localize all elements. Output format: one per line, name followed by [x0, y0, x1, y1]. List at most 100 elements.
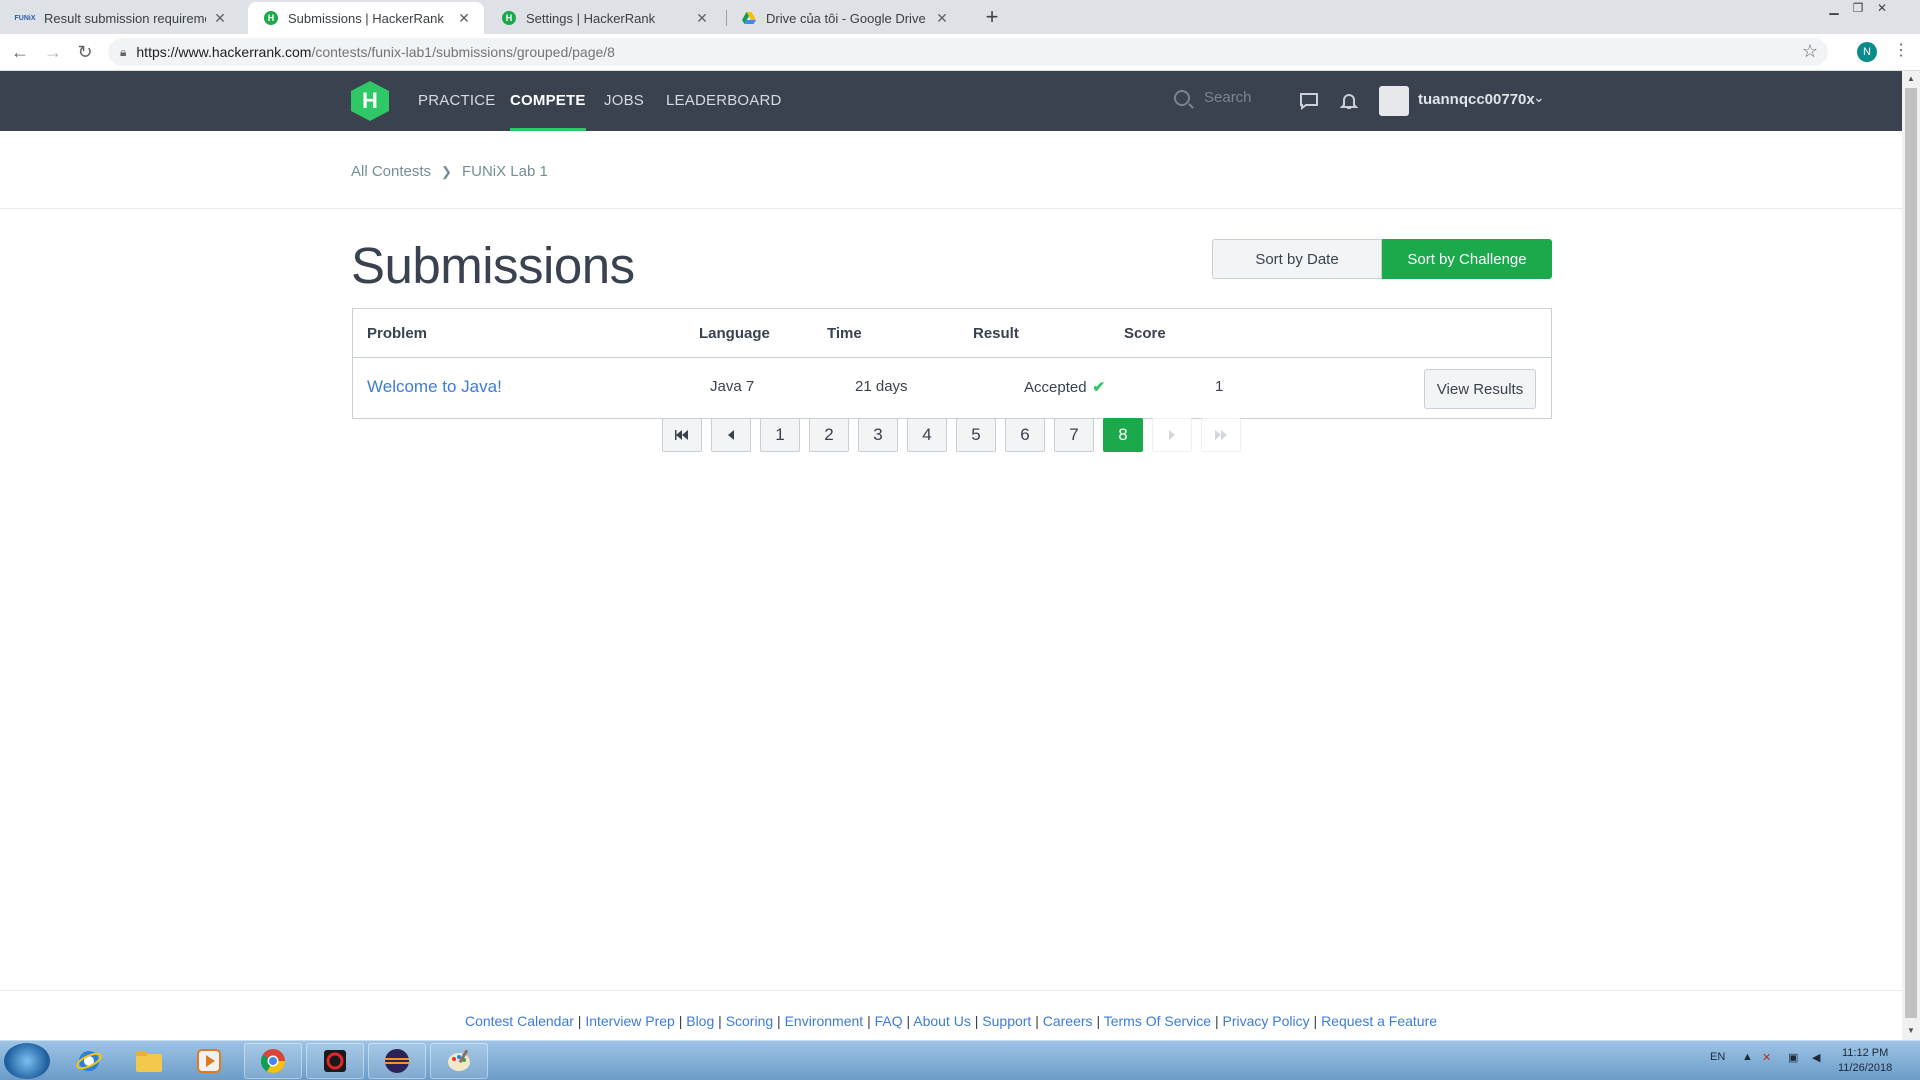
footer-link-blog[interactable]: Blog — [686, 1013, 714, 1029]
result-cell: Accepted ✔ — [1024, 378, 1105, 396]
bookmark-star-icon[interactable]: ☆ — [1802, 41, 1818, 62]
scrollbar-thumb[interactable] — [1905, 88, 1917, 1018]
footer-separator: | — [1313, 1013, 1318, 1029]
header-language: Language — [699, 325, 770, 342]
nav-leaderboard[interactable]: LEADERBOARD — [666, 71, 782, 131]
new-tab-button[interactable]: + — [978, 4, 1006, 30]
search-placeholder: Search — [1204, 89, 1252, 106]
close-icon[interactable]: ✕ — [934, 10, 950, 27]
system-clock[interactable]: 11:12 PM 11/26/2018 — [1838, 1046, 1892, 1076]
footer-link-privacy[interactable]: Privacy Policy — [1223, 1013, 1310, 1029]
start-button[interactable] — [4, 1043, 50, 1079]
nav-jobs[interactable]: JOBS — [604, 71, 644, 131]
time-cell: 21 days — [855, 378, 908, 395]
page-1-button[interactable]: 1 — [760, 418, 800, 452]
footer-link-interview-prep[interactable]: Interview Prep — [585, 1013, 674, 1029]
page-5-button[interactable]: 5 — [956, 418, 996, 452]
sort-by-date-button[interactable]: Sort by Date — [1212, 239, 1382, 279]
tab-submissions[interactable]: H Submissions | HackerRank ✕ — [248, 2, 484, 34]
back-arrow-icon[interactable]: ← — [8, 41, 32, 65]
page-2-button[interactable]: 2 — [809, 418, 849, 452]
tab-result-submission[interactable]: FUNiX Result submission requirement | ✕ — [0, 2, 240, 34]
footer-link-environment[interactable]: Environment — [785, 1013, 864, 1029]
page-6-button[interactable]: 6 — [1005, 418, 1045, 452]
last-page-icon[interactable] — [1201, 418, 1241, 452]
network-icon[interactable]: ▣ — [1788, 1051, 1798, 1064]
next-page-icon[interactable] — [1152, 418, 1192, 452]
hackerrank-favicon-icon: H — [502, 11, 516, 25]
pagination: 1 2 3 4 5 6 7 8 — [662, 418, 1250, 452]
tab-title: Result submission requirement | — [44, 10, 206, 26]
result-text: Accepted — [1024, 379, 1087, 396]
profile-avatar[interactable]: N — [1857, 42, 1877, 62]
hackerrank-logo[interactable]: H — [351, 81, 389, 121]
input-language[interactable]: EN — [1710, 1051, 1725, 1063]
user-avatar[interactable] — [1379, 86, 1409, 116]
previous-page-icon[interactable] — [711, 418, 751, 452]
page-7-button[interactable]: 7 — [1054, 418, 1094, 452]
messages-icon[interactable] — [1299, 91, 1319, 111]
paint-icon[interactable] — [430, 1043, 488, 1079]
footer-link-faq[interactable]: FAQ — [875, 1013, 903, 1029]
page-3-button[interactable]: 3 — [858, 418, 898, 452]
first-page-icon[interactable] — [662, 418, 702, 452]
nav-practice[interactable]: PRACTICE — [418, 71, 495, 131]
internet-explorer-icon[interactable] — [60, 1043, 118, 1079]
tab-title: Drive của tôi - Google Drive — [766, 10, 926, 26]
forward-arrow-icon[interactable]: → — [41, 41, 65, 65]
footer-separator: | — [1096, 1013, 1101, 1029]
volume-icon[interactable]: ◀ — [1812, 1051, 1820, 1064]
tab-settings[interactable]: H Settings | HackerRank ✕ — [486, 2, 722, 34]
site-navbar: H PRACTICE COMPETE JOBS LEADERBOARD Sear… — [0, 71, 1902, 131]
footer-separator: | — [678, 1013, 683, 1029]
file-explorer-icon[interactable] — [120, 1043, 178, 1079]
scroll-up-icon[interactable]: ▲ — [1905, 74, 1917, 83]
page-title: Submissions — [351, 237, 635, 294]
chrome-icon[interactable] — [244, 1043, 302, 1079]
page-8-button[interactable]: 8 — [1103, 418, 1143, 452]
footer-links: Contest Calendar | Interview Prep | Blog… — [0, 1013, 1902, 1029]
footer-link-request-feature[interactable]: Request a Feature — [1321, 1013, 1437, 1029]
sort-by-challenge-button[interactable]: Sort by Challenge — [1382, 239, 1552, 279]
browser-menu-icon[interactable]: ⋮ — [1893, 40, 1909, 60]
view-results-button[interactable]: View Results — [1424, 369, 1536, 409]
footer-link-contest-calendar[interactable]: Contest Calendar — [465, 1013, 574, 1029]
search-icon — [1174, 89, 1190, 106]
eclipse-icon[interactable] — [368, 1043, 426, 1079]
footer-separator: | — [1035, 1013, 1039, 1029]
garena-icon[interactable] — [306, 1043, 364, 1079]
page-4-button[interactable]: 4 — [907, 418, 947, 452]
tab-google-drive[interactable]: Drive của tôi - Google Drive ✕ — [726, 2, 962, 34]
breadcrumb-all-contests[interactable]: All Contests — [351, 163, 431, 180]
windows-taskbar: EN ▲ ✕ ▣ ◀ 11:12 PM 11/26/2018 — [0, 1040, 1920, 1080]
footer-link-careers[interactable]: Careers — [1043, 1013, 1093, 1029]
checkmark-icon: ✔ — [1092, 379, 1106, 396]
problem-link[interactable]: Welcome to Java! — [367, 377, 502, 397]
footer-link-support[interactable]: Support — [982, 1013, 1031, 1029]
notifications-bell-icon[interactable] — [1339, 91, 1359, 111]
close-window-button[interactable]: ✕ — [1870, 0, 1894, 18]
show-hidden-icons-icon[interactable]: ▲ — [1742, 1051, 1753, 1063]
scroll-down-icon[interactable]: ▼ — [1905, 1026, 1917, 1035]
search-box[interactable]: Search — [1174, 89, 1252, 106]
footer-link-about-us[interactable]: About Us — [913, 1013, 971, 1029]
nav-compete[interactable]: COMPETE — [510, 71, 586, 131]
breadcrumb-contest[interactable]: FUNiX Lab 1 — [462, 163, 548, 180]
media-player-icon[interactable] — [180, 1043, 238, 1079]
restore-button[interactable]: ❐ — [1846, 0, 1870, 18]
footer-link-terms[interactable]: Terms Of Service — [1104, 1013, 1211, 1029]
action-center-flag-icon[interactable]: ✕ — [1762, 1051, 1771, 1064]
footer: Contest Calendar | Interview Prep | Blog… — [0, 990, 1902, 1040]
minimize-button[interactable]: ▁ — [1822, 0, 1846, 18]
username[interactable]: tuannqcc00770x — [1418, 91, 1535, 108]
address-bar[interactable]: 🔒︎ https://www.hackerrank.com/contests/f… — [108, 38, 1828, 66]
close-icon[interactable]: ✕ — [212, 10, 228, 27]
browser-tab-strip: FUNiX Result submission requirement | ✕ … — [0, 0, 1920, 34]
close-icon[interactable]: ✕ — [694, 10, 710, 27]
footer-link-scoring[interactable]: Scoring — [726, 1013, 773, 1029]
chevron-down-icon[interactable]: ⌄ — [1533, 89, 1545, 106]
reload-icon[interactable]: ↻ — [73, 41, 97, 65]
chevron-right-icon: ❯ — [441, 163, 452, 179]
close-icon[interactable]: ✕ — [456, 10, 472, 27]
lock-icon: 🔒︎ — [120, 44, 127, 59]
